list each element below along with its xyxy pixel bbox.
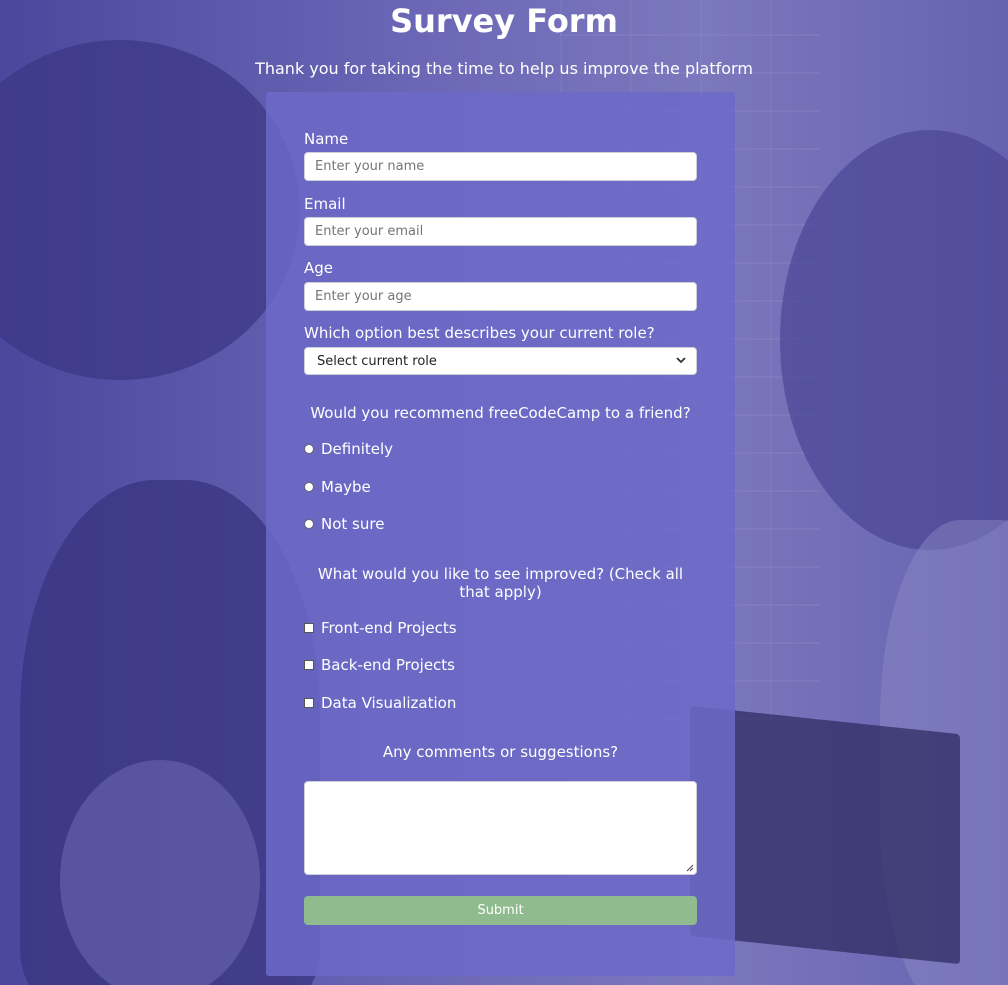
role-label: Which option best describes your current… (304, 324, 655, 342)
role-selected-value: Select current role (317, 354, 437, 369)
checkbox-icon[interactable] (304, 698, 314, 708)
checkbox-label: Back-end Projects (321, 656, 455, 674)
checkbox-icon[interactable] (304, 660, 314, 670)
submit-button[interactable]: Submit (304, 896, 697, 925)
radio-icon[interactable] (304, 482, 314, 492)
recommend-question: Would you recommend freeCodeCamp to a fr… (310, 404, 691, 422)
survey-form: Name Enter your name Email Enter your em… (266, 92, 735, 976)
age-label: Age (304, 259, 334, 277)
comments-textarea[interactable] (304, 781, 697, 875)
email-placeholder: Enter your email (315, 224, 424, 239)
radio-label: Not sure (321, 515, 385, 533)
name-input[interactable]: Enter your name (304, 152, 697, 181)
email-input[interactable]: Enter your email (304, 217, 697, 246)
improve-question: What would you like to see improved? (Ch… (317, 565, 684, 601)
checkbox-front-end[interactable]: Front-end Projects (304, 619, 457, 637)
name-label: Name (304, 130, 349, 148)
resize-grip-icon[interactable] (684, 862, 694, 872)
page-title: Survey Form (390, 2, 618, 40)
checkbox-label: Front-end Projects (321, 619, 457, 637)
checkbox-icon[interactable] (304, 623, 314, 633)
radio-label: Maybe (321, 478, 371, 496)
age-input[interactable]: Enter your age (304, 282, 697, 311)
radio-icon[interactable] (304, 519, 314, 529)
chevron-down-icon (676, 357, 686, 364)
radio-icon[interactable] (304, 444, 314, 454)
name-placeholder: Enter your name (315, 159, 425, 174)
email-label: Email (304, 195, 346, 213)
checkbox-data-visualization[interactable]: Data Visualization (304, 694, 456, 712)
role-dropdown[interactable]: Select current role (304, 347, 697, 375)
radio-maybe[interactable]: Maybe (304, 478, 371, 496)
radio-definitely[interactable]: Definitely (304, 440, 393, 458)
page-description: Thank you for taking the time to help us… (255, 59, 753, 78)
checkbox-back-end[interactable]: Back-end Projects (304, 656, 455, 674)
comments-question: Any comments or suggestions? (382, 743, 619, 761)
age-placeholder: Enter your age (315, 289, 412, 304)
radio-not-sure[interactable]: Not sure (304, 515, 384, 533)
radio-label: Definitely (321, 440, 394, 458)
checkbox-label: Data Visualization (321, 694, 457, 712)
